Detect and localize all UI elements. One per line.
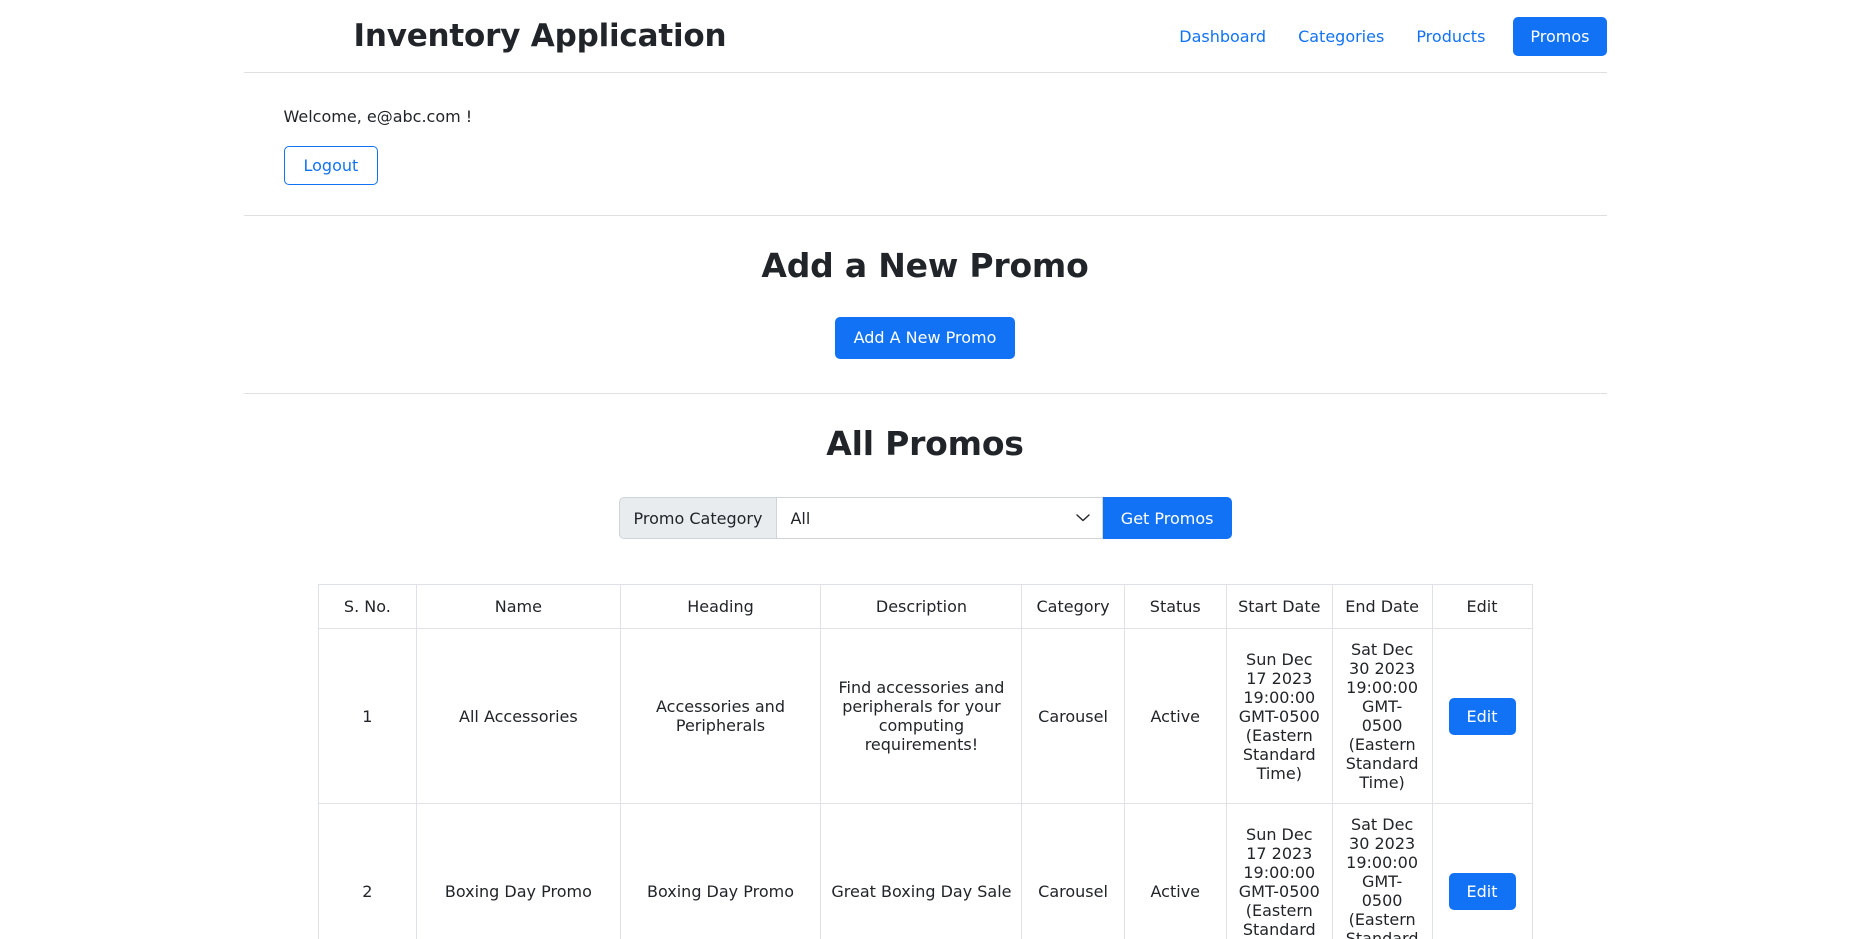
cell-end-date: Sat Dec 30 2023 19:00:00 GMT-0500 (Easte… xyxy=(1331,803,1433,939)
col-header-edit: Edit xyxy=(1431,584,1533,630)
promos-table-head: S. No. Name Heading Description Category… xyxy=(317,584,1533,630)
col-header-status: Status xyxy=(1123,584,1227,630)
edit-promo-button[interactable]: Edit xyxy=(1448,872,1516,910)
col-header-name: Name xyxy=(416,584,621,630)
navbar-inner: Inventory Application Dashboard Categori… xyxy=(232,16,1619,56)
nav-link-promos[interactable]: Promos xyxy=(1513,16,1607,56)
cell-start-date: Sun Dec 17 2023 19:00:00 GMT-0500 (Easte… xyxy=(1225,628,1333,805)
promo-filter-row: Promo Category All Get Promos xyxy=(244,497,1607,540)
nav-link-products[interactable]: Products xyxy=(1400,18,1501,55)
cell-start-date: Sun Dec 17 2023 19:00:00 GMT-0500 (Easte… xyxy=(1225,803,1333,939)
col-header-sno: S. No. xyxy=(317,584,418,630)
col-header-end-date: End Date xyxy=(1331,584,1433,630)
nav-link-categories[interactable]: Categories xyxy=(1282,18,1400,55)
cell-status: Active xyxy=(1123,803,1227,939)
edit-promo-button[interactable]: Edit xyxy=(1448,697,1516,735)
top-navbar: Inventory Application Dashboard Categori… xyxy=(0,0,1850,72)
promos-table-wrap: S. No. Name Heading Description Category… xyxy=(317,584,1533,939)
promo-category-select-wrap: All xyxy=(776,497,1103,540)
col-header-category: Category xyxy=(1021,584,1125,630)
promos-table: S. No. Name Heading Description Category… xyxy=(317,584,1533,939)
table-header-row: S. No. Name Heading Description Category… xyxy=(317,584,1533,630)
cell-status: Active xyxy=(1123,628,1227,805)
cell-sno: 2 xyxy=(317,803,418,939)
cell-edit: Edit xyxy=(1431,803,1533,939)
app-brand-title: Inventory Application xyxy=(353,18,727,54)
table-row: 1 All Accessories Accessories and Periph… xyxy=(317,628,1533,805)
user-session-block: Welcome, e@abc.com ! Logout xyxy=(244,73,1607,215)
cell-heading: Accessories and Peripherals xyxy=(619,628,822,805)
cell-category: Carousel xyxy=(1021,628,1125,805)
promo-category-input-group: Promo Category All Get Promos xyxy=(618,497,1232,540)
all-promos-section: All Promos Promo Category All Get Promos xyxy=(244,394,1607,939)
promo-category-label: Promo Category xyxy=(618,497,777,540)
cell-heading: Boxing Day Promo xyxy=(619,803,822,939)
page-root: Inventory Application Dashboard Categori… xyxy=(0,0,1850,939)
table-row: 2 Boxing Day Promo Boxing Day Promo Grea… xyxy=(317,803,1533,939)
promos-table-body: 1 All Accessories Accessories and Periph… xyxy=(317,628,1533,939)
nav-link-dashboard[interactable]: Dashboard xyxy=(1163,18,1282,55)
cell-description: Find accessories and peripherals for you… xyxy=(820,628,1023,805)
get-promos-button[interactable]: Get Promos xyxy=(1102,497,1232,540)
cell-edit: Edit xyxy=(1431,628,1533,805)
welcome-message: Welcome, e@abc.com ! xyxy=(283,107,473,126)
all-promos-heading: All Promos xyxy=(826,424,1024,464)
cell-category: Carousel xyxy=(1021,803,1125,939)
col-header-description: Description xyxy=(820,584,1023,630)
cell-name: Boxing Day Promo xyxy=(416,803,621,939)
col-header-start-date: Start Date xyxy=(1225,584,1333,630)
add-new-promo-button[interactable]: Add A New Promo xyxy=(834,317,1016,360)
col-header-heading: Heading xyxy=(619,584,822,630)
main-container: Welcome, e@abc.com ! Logout Add a New Pr… xyxy=(232,72,1619,939)
cell-sno: 1 xyxy=(317,628,418,805)
cell-name: All Accessories xyxy=(416,628,621,805)
promo-category-select[interactable]: All xyxy=(776,497,1103,540)
cell-end-date: Sat Dec 30 2023 19:00:00 GMT-0500 (Easte… xyxy=(1331,628,1433,805)
add-promo-heading: Add a New Promo xyxy=(761,246,1089,286)
cell-description: Great Boxing Day Sale xyxy=(820,803,1023,939)
primary-nav: Dashboard Categories Products Promos xyxy=(1163,16,1607,56)
logout-button[interactable]: Logout xyxy=(283,146,379,186)
add-promo-section: Add a New Promo Add A New Promo xyxy=(244,216,1607,393)
